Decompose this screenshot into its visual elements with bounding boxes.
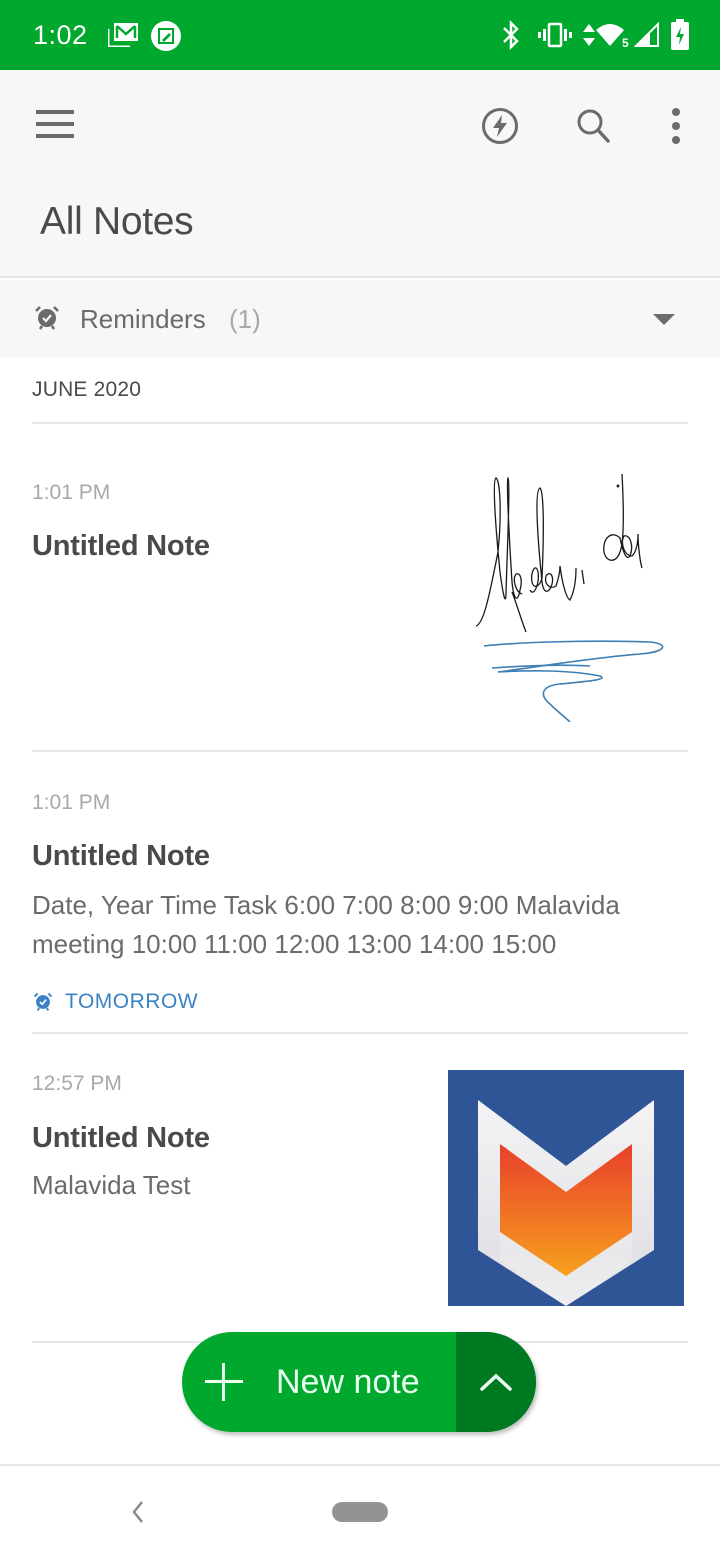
home-pill[interactable] <box>332 1502 388 1522</box>
nav-divider <box>0 1464 720 1466</box>
note-item[interactable]: 1:01 PM Untitled Note Date, Year Time Ta… <box>0 752 720 1032</box>
status-time: 1:02 <box>33 20 88 50</box>
reminders-label: Reminders <box>80 304 206 334</box>
more-vert-icon[interactable] <box>664 106 688 146</box>
note-time: 1:01 PM <box>32 481 111 504</box>
vibrate-icon <box>538 22 572 48</box>
menu-icon-line <box>36 110 74 114</box>
caret-down-icon <box>653 314 675 325</box>
handwriting-thumbnail <box>475 473 664 722</box>
note-time: 12:57 PM <box>32 1072 122 1095</box>
note-title: Untitled Note <box>32 1122 210 1154</box>
wifi-icon: 5 <box>596 24 629 48</box>
search-icon[interactable] <box>574 106 614 146</box>
menu-button[interactable] <box>36 110 76 140</box>
battery-charging-icon <box>671 19 689 50</box>
alarm-check-icon <box>33 992 53 1011</box>
screenshot-edit-icon <box>151 21 181 51</box>
status-bar: 1:02 5 <box>0 0 720 70</box>
signal-icon <box>634 22 659 47</box>
new-note-button[interactable]: New note <box>182 1332 456 1432</box>
note-reminder-label: TOMORROW <box>65 990 199 1013</box>
new-note-label: New note <box>276 1362 420 1401</box>
alarm-check-icon <box>35 306 59 330</box>
spaces-bolt-icon[interactable] <box>480 106 520 146</box>
note-item[interactable]: 12:57 PM Untitled Note Malavida Test <box>0 1034 720 1340</box>
expand-new-note-options-button[interactable] <box>456 1332 536 1432</box>
data-activity-icon <box>583 24 595 46</box>
chevron-up-icon <box>480 1373 512 1391</box>
note-time: 1:01 PM <box>32 791 111 814</box>
menu-icon-line <box>36 122 74 126</box>
plus-icon <box>204 1362 244 1402</box>
back-icon[interactable] <box>128 1498 148 1526</box>
note-snippet: Date, Year Time Task 6:00 7:00 8:00 9:00… <box>32 890 620 959</box>
wifi-badge: 5 <box>622 36 629 48</box>
app-bar: All Notes <box>0 70 720 278</box>
gmail-icon <box>108 23 138 47</box>
bluetooth-icon <box>503 20 519 50</box>
note-item[interactable]: 1:01 PM Untitled Note <box>0 424 720 750</box>
reminders-count: (1) <box>229 304 261 334</box>
reminders-toggle[interactable]: Reminders (1) <box>0 280 720 358</box>
new-note-fab: New note <box>182 1332 536 1432</box>
section-header: JUNE 2020 <box>32 378 142 401</box>
note-title: Untitled Note <box>32 530 210 562</box>
note-title: Untitled Note <box>32 840 210 872</box>
menu-icon-line <box>36 134 74 138</box>
malavida-logo-thumbnail <box>448 1070 684 1306</box>
note-reminder: TOMORROW <box>33 990 198 1014</box>
page-title: All Notes <box>40 200 194 243</box>
